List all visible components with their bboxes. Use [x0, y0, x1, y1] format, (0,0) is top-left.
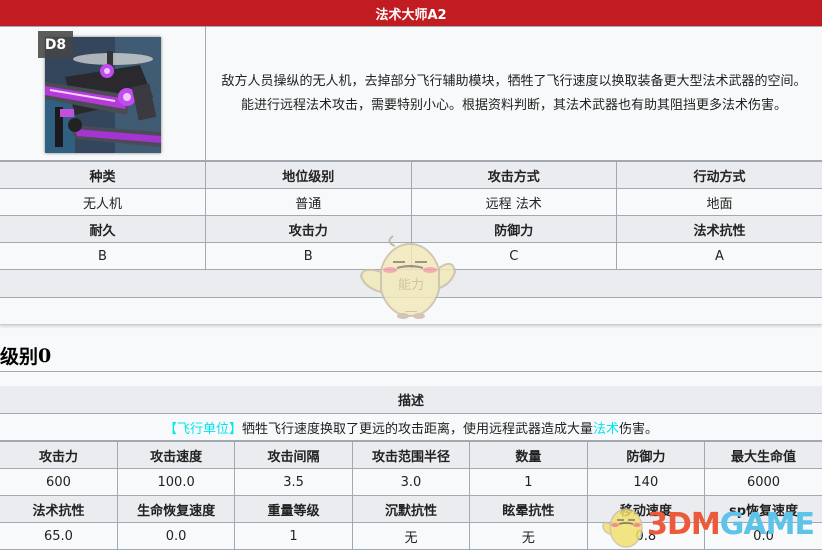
- stat-header-atk-speed: 攻击速度: [116, 441, 236, 469]
- stat-header-move-speed: 移动速度: [586, 495, 706, 523]
- stat-value-arts-resist: 65.0: [0, 522, 118, 550]
- level-desc-body: 【飞行单位】 牺牲飞行速度换取了更远的攻击距离，使用远程武器造成大量 法术 伤害…: [0, 414, 822, 441]
- stat-value-def: 140: [586, 468, 706, 496]
- ability-value: —: [404, 303, 418, 319]
- stat-header-range: 攻击范围半径: [351, 441, 471, 469]
- stat-header-atk: 攻击力: [0, 441, 118, 469]
- stat-header-hp-regen: 生命恢复速度: [116, 495, 236, 523]
- stat-header-silence-resist: 沉默抗性: [351, 495, 471, 523]
- arts-link[interactable]: 法术: [593, 418, 619, 437]
- attr-value-arts-resist: A: [616, 242, 822, 270]
- stat-value-move-speed: 0.8: [586, 522, 706, 550]
- attr-header-movement: 行动方式: [616, 161, 822, 189]
- stat-header-arts-resist: 法术抗性: [0, 495, 118, 523]
- level-heading-label: 级别: [0, 346, 39, 368]
- stats-value-row-1: 600 100.0 3.5 3.0 1 140 6000: [0, 468, 822, 496]
- enemy-code-badge: D8: [38, 31, 73, 58]
- stats-value-row-2: 65.0 0.0 1 无 无 0.8 0.0: [0, 522, 822, 550]
- enemy-description: 敌方人员操纵的无人机，去掉部分飞行辅助模块，牺牲了飞行速度以换取装备更大型法术武…: [221, 73, 807, 113]
- stat-header-sp-regen: sp恢复速度: [704, 495, 822, 523]
- stat-value-range: 3.0: [351, 468, 471, 496]
- stat-value-silence-resist: 无: [351, 522, 471, 550]
- stat-value-sp-regen: 0.0: [704, 522, 822, 550]
- level-stats-grid: 攻击力 攻击速度 攻击间隔 攻击范围半径 数量 防御力 最大生命值 600 10…: [0, 441, 822, 550]
- attr-value-durability: B: [0, 242, 206, 270]
- attr-value-attack-type: 远程 法术: [410, 188, 617, 216]
- portrait-cell: D8: [0, 27, 206, 160]
- stat-value-atk-interval: 3.5: [234, 468, 353, 496]
- stat-value-stun-resist: 无: [469, 522, 588, 550]
- stat-header-count: 数量: [469, 441, 588, 469]
- flying-unit-tag[interactable]: 【飞行单位】: [164, 418, 242, 437]
- ability-header: 能力: [0, 270, 822, 298]
- stats-header-row-2: 法术抗性 生命恢复速度 重量等级 沉默抗性 眩晕抗性 移动速度 sp恢复速度: [0, 495, 822, 523]
- attr-header-type: 种类: [0, 161, 206, 189]
- stat-header-atk-interval: 攻击间隔: [234, 441, 353, 469]
- attr-value-movement: 地面: [616, 188, 822, 216]
- stat-value-max-hp: 6000: [704, 468, 822, 496]
- enemy-infobox: 法术大师A2 D8 敌方人员操纵的无人机，去掉部分飞行辅助模块，牺牲了飞行速度以…: [0, 0, 822, 325]
- attr-header-attack: 攻击力: [205, 215, 412, 243]
- attr-value-attack: B: [205, 242, 412, 270]
- stat-header-def: 防御力: [586, 441, 706, 469]
- level-desc-text-2: 伤害。: [619, 421, 659, 437]
- attr-value-rank: 普通: [205, 188, 412, 216]
- level-section-heading: 级别 0: [0, 340, 822, 372]
- attributes-value-row-2: B B C A: [0, 242, 822, 270]
- attr-header-defense: 防御力: [410, 215, 617, 243]
- stat-value-atk: 600: [0, 468, 118, 496]
- attr-header-rank: 地位级别: [205, 161, 412, 189]
- stat-value-atk-speed: 100.0: [116, 468, 236, 496]
- level-desc-header: 描述: [0, 386, 822, 414]
- attr-value-defense: C: [410, 242, 617, 270]
- attributes-value-row-1: 无人机 普通 远程 法术 地面: [0, 188, 822, 216]
- stat-value-hp-regen: 0.0: [116, 522, 236, 550]
- attr-value-type: 无人机: [0, 188, 206, 216]
- level-heading-number: 0: [38, 344, 52, 367]
- infobox-title: 法术大师A2: [0, 0, 822, 27]
- attr-header-durability: 耐久: [0, 215, 206, 243]
- attributes-header-row-2: 耐久 攻击力 防御力 法术抗性: [0, 215, 822, 243]
- attr-header-attack-type: 攻击方式: [410, 161, 617, 189]
- attr-header-arts-resist: 法术抗性: [616, 215, 822, 243]
- level-desc-text-1: 牺牲飞行速度换取了更远的攻击距离，使用远程武器造成大量: [241, 421, 593, 437]
- stat-header-weight: 重量等级: [234, 495, 353, 523]
- attributes-header-row-1: 种类 地位级别 攻击方式 行动方式: [0, 161, 822, 189]
- attributes-table: 种类 地位级别 攻击方式 行动方式 无人机 普通 远程 法术 地面 耐久 攻击力…: [0, 161, 822, 270]
- stat-value-count: 1: [469, 468, 588, 496]
- infobox-top-row: D8 敌方人员操纵的无人机，去掉部分飞行辅助模块，牺牲了飞行速度以换取装备更大型…: [0, 27, 822, 161]
- stats-header-row-1: 攻击力 攻击速度 攻击间隔 攻击范围半径 数量 防御力 最大生命值: [0, 441, 822, 469]
- stat-header-max-hp: 最大生命值: [704, 441, 822, 469]
- stat-header-stun-resist: 眩晕抗性: [469, 495, 588, 523]
- stat-value-weight: 1: [234, 522, 353, 550]
- description-cell: 敌方人员操纵的无人机，去掉部分飞行辅助模块，牺牲了飞行速度以换取装备更大型法术武…: [206, 27, 822, 160]
- level-stats-table: 描述 【飞行单位】 牺牲飞行速度换取了更远的攻击距离，使用远程武器造成大量 法术…: [0, 386, 822, 550]
